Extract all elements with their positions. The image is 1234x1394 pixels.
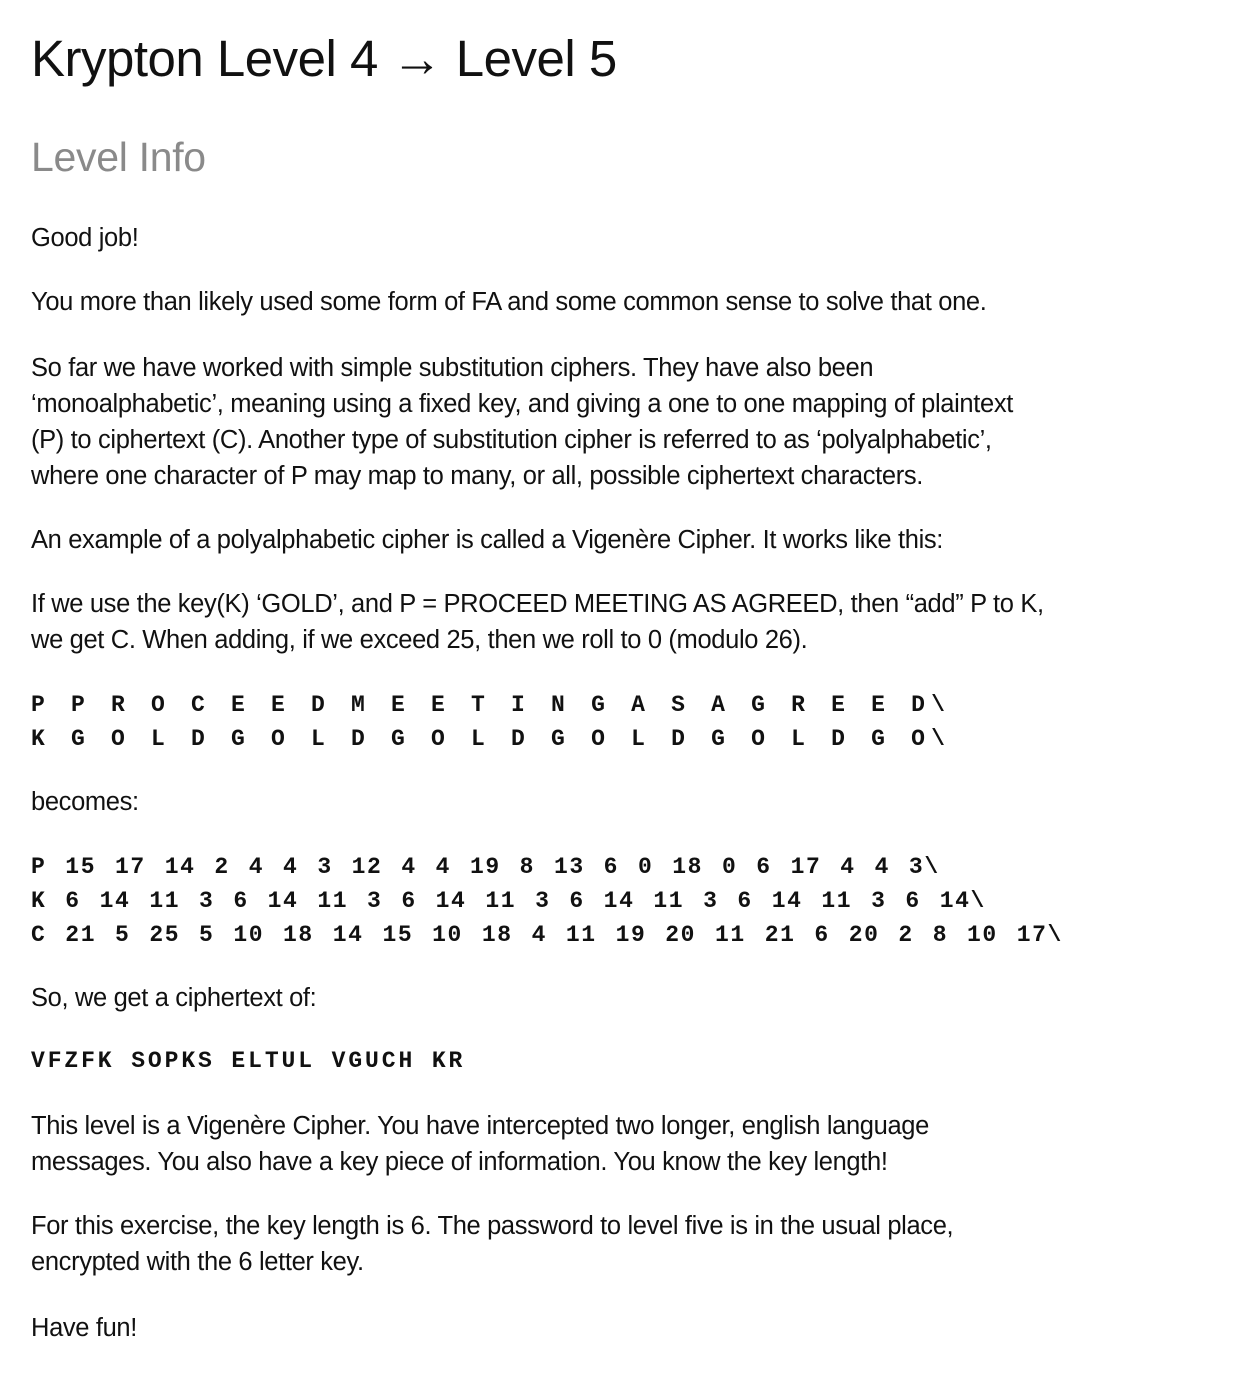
text-line: Good job! [31,224,139,252]
text-line: For this exercise, the key length is 6. … [31,1212,954,1240]
text-line: So far we have worked with simple substi… [31,354,874,382]
code-block-numbers: P 15 17 14 2 4 4 3 12 4 4 19 8 13 6 0 18… [31,850,1063,952]
code-block-ciphertext: VFZFK SOPKS ELTUL VGUCH KR [31,1044,465,1078]
paragraph-have-fun: Have fun! [31,1310,137,1346]
code-line-key-values: K 6 14 11 3 6 14 11 3 6 14 11 3 6 14 11 … [31,888,986,914]
text-line: You more than likely used some form of F… [31,288,987,316]
paragraph-exercise-details: For this exercise, the key length is 6. … [31,1208,954,1280]
text-line: we get C. When adding, if we exceed 25, … [31,626,808,654]
text-line: This level is a Vigenère Cipher. You hav… [31,1112,929,1140]
code-line-key: K G O L D G O L D G O L D G O L D G O L … [31,726,952,752]
text-line: becomes: [31,788,139,816]
paragraph-gold-key: If we use the key(K) ‘GOLD’, and P = PRO… [31,586,1044,658]
paragraph-ciphertext-intro: So, we get a ciphertext of: [31,980,317,1016]
text-line: (P) to ciphertext (C). Another type of s… [31,426,992,454]
code-line-ciphertext: VFZFK SOPKS ELTUL VGUCH KR [31,1048,466,1074]
code-line-cipher-values: C 21 5 25 5 10 18 14 15 10 18 4 11 19 20… [31,922,1063,948]
paragraph-level-description: This level is a Vigenère Cipher. You hav… [31,1108,929,1180]
code-line-plaintext: P P R O C E E D M E E T I N G A S A G R … [31,692,952,718]
section-heading-level-info: Level Info [31,134,206,180]
code-line-plaintext-values: P 15 17 14 2 4 4 3 12 4 4 19 8 13 6 0 18… [31,854,940,880]
text-line: If we use the key(K) ‘GOLD’, and P = PRO… [31,590,1044,618]
text-line: ‘monoalphabetic’, meaning using a fixed … [31,390,1013,418]
text-line: Have fun! [31,1314,137,1342]
text-line: messages. You also have a key piece of i… [31,1148,888,1176]
text-line: An example of a polyalphabetic cipher is… [31,526,944,554]
paragraph-vigenere-example: An example of a polyalphabetic cipher is… [31,522,943,558]
paragraph-substitution-intro: So far we have worked with simple substi… [31,350,1013,494]
paragraph-fa-hint: You more than likely used some form of F… [31,284,987,320]
text-line: where one character of P may map to many… [31,462,923,490]
paragraph-becomes: becomes: [31,784,139,820]
paragraph-good-job: Good job! [31,220,139,256]
text-line: encrypted with the 6 letter key. [31,1248,364,1276]
text-line: So, we get a ciphertext of: [31,984,317,1012]
code-block-letters: P P R O C E E D M E E T I N G A S A G R … [31,688,951,756]
page-title: Krypton Level 4 → Level 5 [31,30,617,87]
